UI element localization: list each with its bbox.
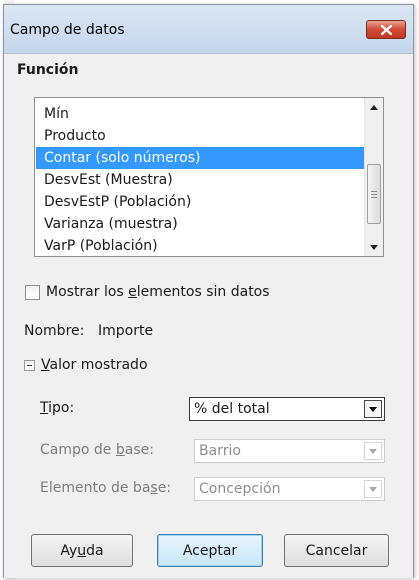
show-empty-option[interactable]: Mostrar los elementos sin datos xyxy=(25,284,270,300)
list-item[interactable]: DesvEstP (Población) xyxy=(36,191,364,213)
ok-button-label: Aceptar xyxy=(182,542,238,559)
cancel-button-label: Cancelar xyxy=(305,542,368,559)
dialog-body: Función Mín Producto Contar (solo números)… xyxy=(4,54,413,578)
list-item[interactable]: Contar (solo números) xyxy=(36,147,364,169)
funcion-heading: Función xyxy=(17,62,79,78)
valor-mostrado-expander[interactable]: Valor mostrado xyxy=(24,357,148,373)
elemento-base-label: Elemento de base: xyxy=(40,480,172,496)
function-list-items: Mín Producto Contar (solo números) DesvEst … xyxy=(36,103,364,257)
nombre-label: Nombre: xyxy=(24,323,85,339)
tipo-value: % del total xyxy=(194,401,270,417)
show-empty-label: Mostrar los elementos sin datos xyxy=(46,284,270,300)
campo-base-value: Barrio xyxy=(199,443,241,459)
scroll-up-arrow[interactable] xyxy=(365,98,383,116)
list-item[interactable]: Varianza (muestra) xyxy=(36,213,364,235)
triangle-up-icon xyxy=(370,104,378,110)
elemento-base-value: Concepción xyxy=(199,481,281,497)
dialog-window: Campo de datos Función Mín Producto Contar… xyxy=(3,4,414,578)
close-icon xyxy=(380,24,392,35)
title-bar: Campo de datos xyxy=(4,5,413,54)
show-empty-checkbox[interactable] xyxy=(25,284,40,300)
ok-button[interactable]: Aceptar xyxy=(157,534,263,567)
triangle-down-icon xyxy=(369,448,377,454)
triangle-down-icon xyxy=(369,406,377,412)
list-item[interactable]: DesvEst (Muestra) xyxy=(36,169,364,191)
nombre-value: Importe xyxy=(98,323,154,339)
triangle-down-icon xyxy=(370,244,378,250)
grip-line xyxy=(371,191,377,192)
tipo-label: Tipo: xyxy=(40,400,75,416)
triangle-down-icon xyxy=(369,486,377,492)
scroll-thumb[interactable] xyxy=(367,164,381,224)
campo-base-combobox[interactable]: Barrio xyxy=(194,439,385,463)
list-item[interactable]: Producto xyxy=(36,125,364,147)
list-item[interactable]: Mín xyxy=(36,103,364,125)
window-title: Campo de datos xyxy=(10,22,125,38)
tipo-dropdown-button[interactable] xyxy=(364,400,382,418)
help-button-label: Ayuda xyxy=(60,542,104,559)
cancel-button[interactable]: Cancelar xyxy=(284,534,389,567)
help-button[interactable]: Ayuda xyxy=(31,534,133,567)
elemento-base-combobox[interactable]: Concepción xyxy=(194,477,385,501)
tipo-combobox[interactable]: % del total xyxy=(189,397,385,421)
collapse-icon[interactable] xyxy=(24,359,35,371)
campo-base-dropdown-button[interactable] xyxy=(364,442,382,460)
function-listbox[interactable]: Mín Producto Contar (solo números) DesvEst … xyxy=(34,97,384,257)
campo-base-label: Campo de base: xyxy=(40,442,154,458)
list-item[interactable]: VarP (Población) xyxy=(36,235,364,257)
grip-line xyxy=(371,197,377,198)
scroll-down-arrow[interactable] xyxy=(365,238,383,256)
close-button[interactable] xyxy=(366,20,406,39)
list-scrollbar[interactable] xyxy=(364,98,383,256)
valor-mostrado-label: Valor mostrado xyxy=(41,357,148,373)
grip-line xyxy=(371,194,377,195)
elemento-base-dropdown-button[interactable] xyxy=(364,480,382,498)
